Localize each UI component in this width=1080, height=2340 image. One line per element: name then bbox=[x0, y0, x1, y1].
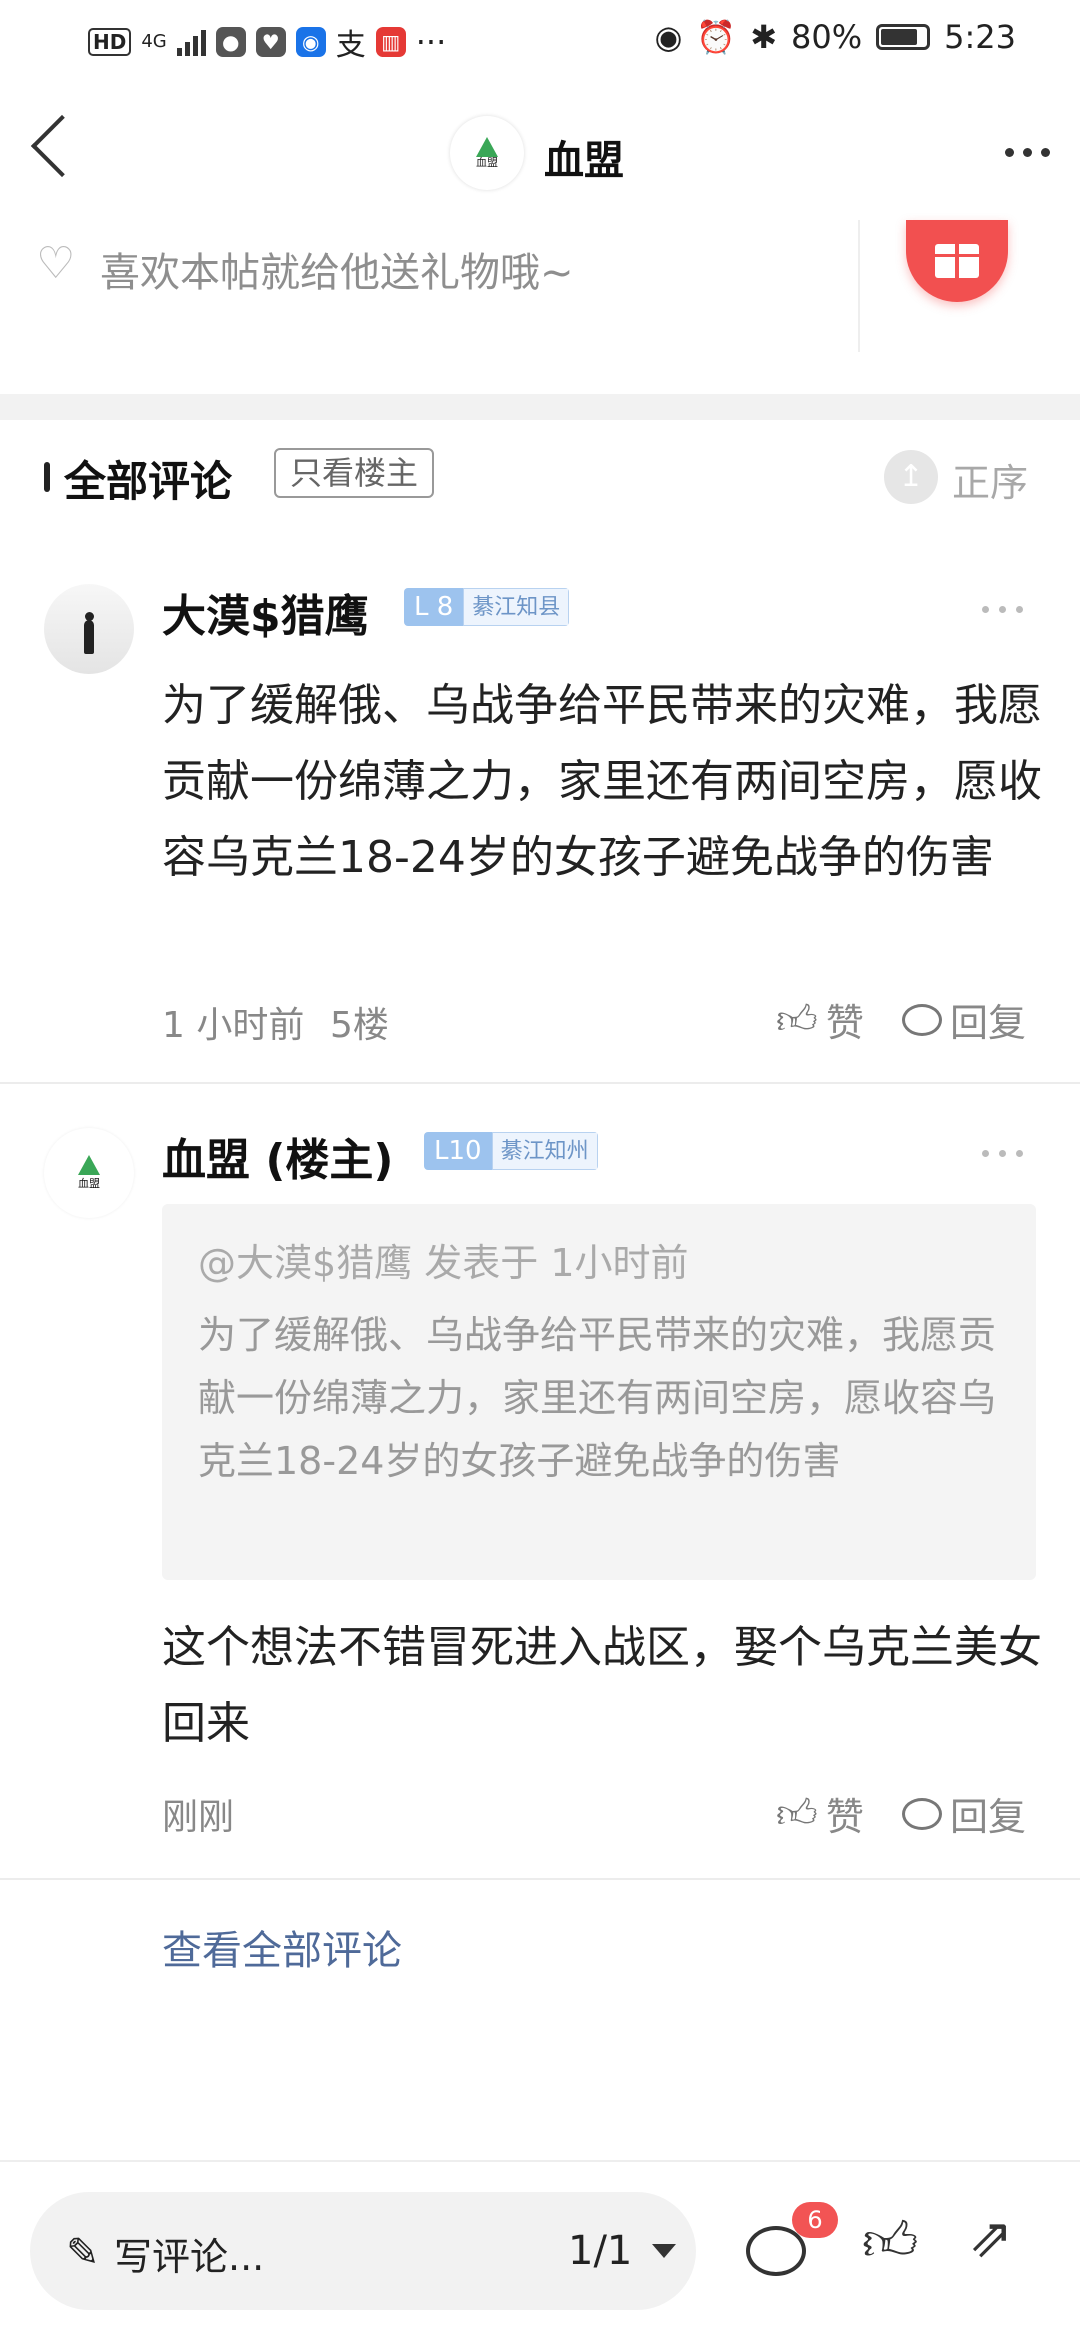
bulb-icon: ◉ bbox=[295, 27, 326, 57]
more-menu-icon[interactable] bbox=[1005, 148, 1050, 157]
book-icon: ▥ bbox=[375, 27, 406, 57]
top-nav: 血盟 血盟 bbox=[0, 100, 1080, 210]
avatar-logo-text: 血盟 bbox=[78, 1177, 100, 1190]
sort-order[interactable]: 正序 bbox=[952, 452, 1028, 507]
thumbs-up-icon: 👍︎ bbox=[776, 1790, 818, 1837]
reply-button[interactable]: 回复 bbox=[902, 992, 1026, 1047]
share-icon[interactable]: ⇗ bbox=[968, 2206, 1013, 2269]
view-all-comments-link[interactable]: 查看全部评论 bbox=[162, 1918, 402, 1976]
level-title: 綦江知州 bbox=[491, 1132, 598, 1170]
send-gift-button[interactable] bbox=[906, 220, 1008, 302]
battery-percent: 80% bbox=[791, 18, 863, 56]
comment-input[interactable]: ✎ 写评论... 1/1 bbox=[30, 2192, 696, 2310]
like-label: 赞 bbox=[825, 1001, 864, 1045]
eye-icon: ◉ bbox=[654, 18, 683, 56]
clock: 5:23 bbox=[944, 18, 1016, 56]
thumbs-up-icon: 👍︎ bbox=[776, 996, 818, 1043]
level-badge: L 8 綦江知县 bbox=[404, 588, 570, 626]
comment-count-badge: 6 bbox=[792, 2202, 838, 2238]
sort-icon[interactable]: ↥ bbox=[884, 450, 938, 504]
pencil-icon: ✎ bbox=[66, 2230, 100, 2276]
forum-logo[interactable]: 血盟 bbox=[450, 116, 524, 190]
comment-more-icon[interactable] bbox=[982, 606, 1023, 613]
comment-floor: 5楼 bbox=[330, 1005, 389, 1046]
page-indicator[interactable]: 1/1 bbox=[568, 2228, 632, 2274]
reply-label: 回复 bbox=[950, 1001, 1027, 1045]
comment-username[interactable]: 血盟 (楼主) bbox=[162, 1124, 394, 1188]
thumbs-up-icon[interactable]: 👍︎ bbox=[862, 2210, 918, 2275]
like-button[interactable]: 👍︎ 赞 bbox=[776, 1786, 864, 1841]
health-icon: ♥ bbox=[255, 27, 286, 57]
forum-title[interactable]: 血盟 bbox=[544, 128, 624, 186]
divider bbox=[0, 1082, 1080, 1084]
status-right: ◉ ⏰ ✱ 80% 5:23 bbox=[654, 18, 1016, 56]
comments-title: 全部评论 bbox=[64, 457, 233, 506]
level-number: L10 bbox=[424, 1132, 492, 1170]
section-marker bbox=[44, 462, 50, 492]
gift-icon bbox=[935, 244, 979, 278]
level-title: 綦江知县 bbox=[463, 588, 570, 626]
reply-button[interactable]: 回复 bbox=[902, 1786, 1026, 1841]
comment-more-icon[interactable] bbox=[982, 1150, 1023, 1157]
avatar[interactable]: 血盟 bbox=[44, 1128, 134, 1218]
reply-bubble-icon bbox=[902, 1797, 942, 1830]
gift-section: ♡ 喜欢本帖就给他送礼物哦~ bbox=[0, 220, 1080, 390]
bluetooth-icon: ✱ bbox=[750, 18, 778, 56]
comment-text: 这个想法不错冒死进入战区，娶个乌克兰美女回来 bbox=[162, 1622, 1042, 1749]
alipay-icon: 支 bbox=[335, 28, 366, 63]
comments-icon[interactable] bbox=[746, 2226, 806, 2276]
signal-icon bbox=[176, 28, 206, 56]
status-bar: HD 4G ● ♥ ◉ 支 ▥ ··· ◉ ⏰ ✱ 80% 5:23 bbox=[0, 0, 1080, 80]
avatar[interactable] bbox=[44, 584, 134, 674]
bottom-bar: ✎ 写评论... 1/1 6 👍︎ ⇗ bbox=[0, 2162, 1080, 2340]
comment-text: 为了缓解俄、乌战争给平民带来的灾难，我愿贡献一份绵薄之力，家里还有两间空房，愿收… bbox=[162, 680, 1042, 883]
reply-label: 回复 bbox=[950, 1795, 1027, 1839]
wechat-icon: ● bbox=[215, 27, 246, 57]
back-icon[interactable] bbox=[30, 114, 94, 178]
network-type: 4G bbox=[141, 31, 167, 52]
status-left: HD 4G ● ♥ ◉ 支 ▥ ··· bbox=[88, 20, 446, 64]
heart-icon: ♡ bbox=[36, 238, 76, 289]
comment-time: 刚刚 bbox=[162, 1797, 235, 1838]
battery-icon bbox=[876, 24, 931, 50]
only-op-filter[interactable]: 只看楼主 bbox=[274, 448, 435, 498]
comment-time: 1 小时前 bbox=[162, 1005, 305, 1046]
like-button[interactable]: 👍︎ 赞 bbox=[776, 992, 864, 1047]
tree-icon bbox=[78, 1155, 100, 1175]
like-label: 赞 bbox=[825, 1795, 864, 1839]
section-separator bbox=[0, 394, 1080, 420]
more-notifications: ··· bbox=[415, 23, 447, 61]
level-badge: L10 綦江知州 bbox=[424, 1132, 598, 1170]
reply-bubble-icon bbox=[902, 1003, 942, 1036]
comment-username[interactable]: 大漠$猎鹰 bbox=[162, 580, 369, 644]
divider bbox=[858, 220, 860, 352]
tree-icon bbox=[476, 137, 498, 157]
alarm-icon: ⏰ bbox=[696, 18, 737, 56]
divider bbox=[0, 1878, 1080, 1880]
chevron-down-icon[interactable] bbox=[652, 2244, 676, 2258]
gift-hint: 喜欢本帖就给他送礼物哦~ bbox=[100, 250, 574, 296]
level-number: L 8 bbox=[404, 588, 464, 626]
comments-header: 全部评论 只看楼主 ↥ 正序 bbox=[0, 420, 1080, 530]
quoted-comment[interactable]: @大漠$猎鹰 发表于 1小时前 为了缓解俄、乌战争给平民带来的灾难，我愿贡献一份… bbox=[162, 1204, 1036, 1580]
logo-text: 血盟 bbox=[476, 156, 498, 169]
quote-header: @大漠$猎鹰 发表于 1小时前 bbox=[198, 1241, 689, 1285]
comment-placeholder: 写评论... bbox=[114, 2235, 265, 2279]
hd-indicator: HD bbox=[88, 28, 132, 56]
quote-text: 为了缓解俄、乌战争给平民带来的灾难，我愿贡献一份绵薄之力，家里还有两间空房，愿收… bbox=[198, 1313, 997, 1483]
